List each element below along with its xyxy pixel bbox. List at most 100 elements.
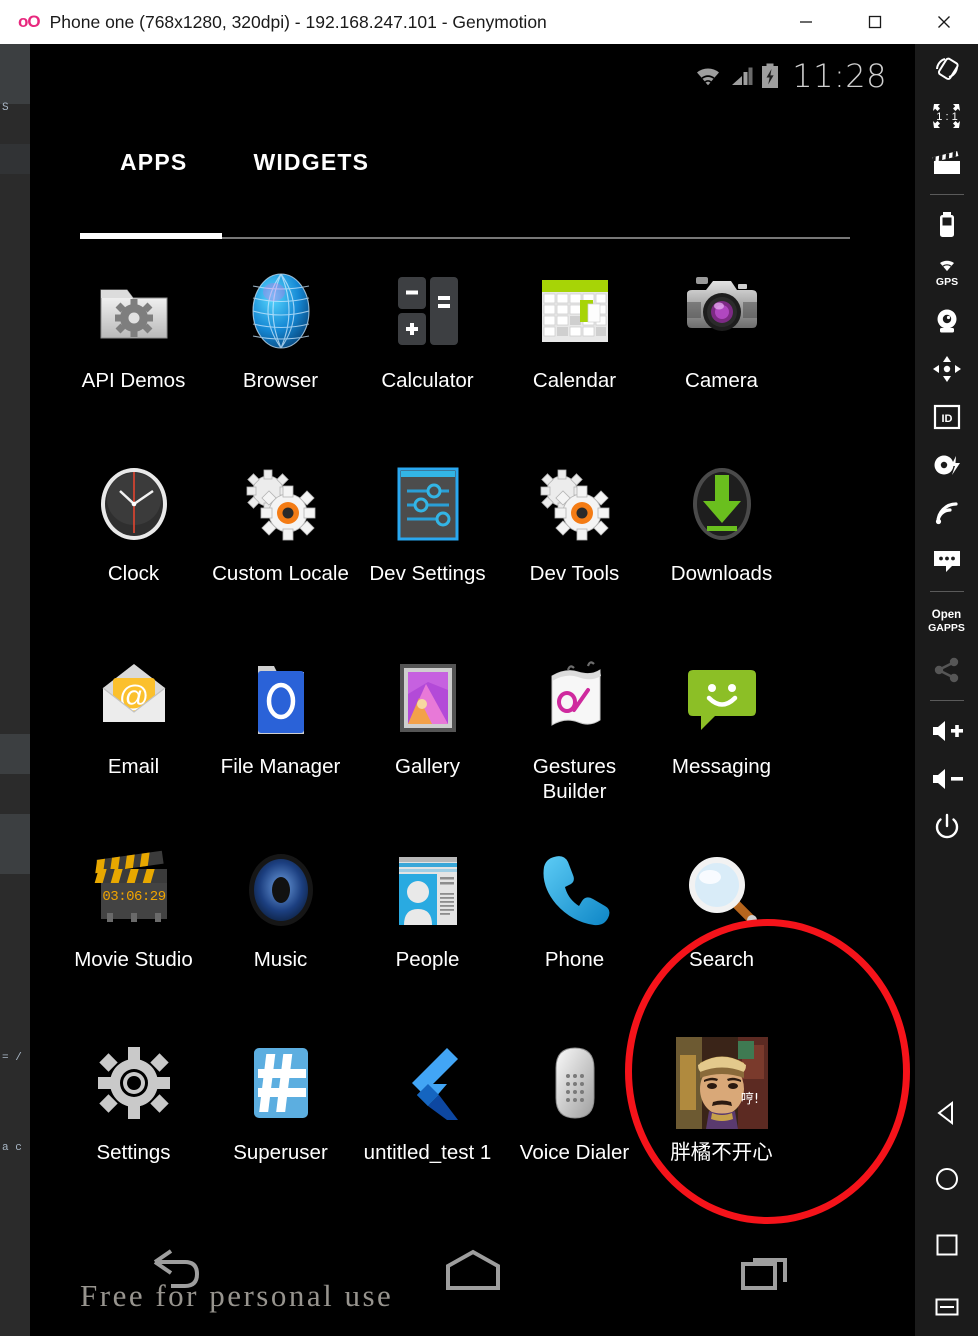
browser-icon bbox=[232, 262, 330, 360]
file-manager-icon bbox=[232, 648, 330, 746]
app-label: File Manager bbox=[220, 755, 341, 778]
app-cell-file-manager[interactable]: File Manager bbox=[207, 648, 354, 841]
app-label: Messaging bbox=[671, 755, 772, 778]
app-cell-voice-dialer[interactable]: Voice Dialer bbox=[501, 1034, 648, 1227]
android-statusbar: 11:28 bbox=[693, 52, 887, 100]
app-label: API Demos bbox=[81, 369, 186, 392]
clock-icon bbox=[85, 455, 183, 553]
rotate-icon[interactable] bbox=[915, 44, 978, 92]
app-label: Custom Locale bbox=[212, 562, 349, 585]
app-cell-browser[interactable]: Browser bbox=[207, 262, 354, 455]
app-row: @ Email File Manager Gallery Gestures Bu… bbox=[60, 648, 885, 841]
app-label: Downloads bbox=[670, 562, 773, 585]
network-icon[interactable] bbox=[915, 489, 978, 537]
tab-apps[interactable]: APPS bbox=[120, 149, 187, 176]
nav-menu-icon[interactable] bbox=[915, 1278, 978, 1336]
app-cell-search[interactable]: Search bbox=[648, 841, 795, 1034]
battery-icon[interactable] bbox=[915, 201, 978, 249]
minimize-icon bbox=[799, 21, 812, 23]
movie-timecode: 03:06:29 bbox=[102, 889, 165, 905]
app-label: Dev Tools bbox=[529, 562, 620, 585]
id-label: ID bbox=[941, 413, 952, 425]
dpad-icon[interactable] bbox=[915, 345, 978, 393]
app-label: People bbox=[395, 948, 460, 971]
app-row: 03:06:29 Movie Studio Music People Phone… bbox=[60, 841, 885, 1034]
app-cell-pangju[interactable]: 哼! 胖橘不开心 bbox=[648, 1034, 795, 1227]
app-cell-movie-studio[interactable]: 03:06:29 Movie Studio bbox=[60, 841, 207, 1034]
home-icon bbox=[445, 1249, 500, 1290]
app-label: Gestures Builder bbox=[532, 755, 617, 803]
email-icon: @ bbox=[85, 648, 183, 746]
api-demos-icon bbox=[85, 262, 183, 360]
app-cell-dev-tools[interactable]: Dev Tools bbox=[501, 455, 648, 648]
toolbar-divider bbox=[929, 194, 964, 195]
maximize-button[interactable] bbox=[840, 0, 909, 44]
window-titlebar[interactable]: oO Phone one (768x1280, 320dpi) - 192.16… bbox=[0, 0, 978, 44]
app-label: untitled_test 1 bbox=[363, 1141, 492, 1164]
toolbar-divider bbox=[929, 591, 964, 592]
app-cell-music[interactable]: Music bbox=[207, 841, 354, 1034]
app-cell-settings[interactable]: Settings bbox=[60, 1034, 207, 1227]
app-cell-calendar[interactable]: Calendar bbox=[501, 262, 648, 455]
app-cell-people[interactable]: People bbox=[354, 841, 501, 1034]
app-cell-untitled-test-1[interactable]: untitled_test 1 bbox=[354, 1034, 501, 1227]
nav-recents-button[interactable] bbox=[708, 1248, 828, 1298]
app-cell-superuser[interactable]: Superuser bbox=[207, 1034, 354, 1227]
app-cell-downloads[interactable]: Downloads bbox=[648, 455, 795, 648]
disk-io-icon[interactable] bbox=[915, 441, 978, 489]
screen-record-icon[interactable] bbox=[915, 140, 978, 188]
scale-1-1-icon[interactable]: 1 : 1 bbox=[915, 92, 978, 140]
android-screen[interactable]: 11:28 APPS WIDGETS API Demos Browser Cal… bbox=[30, 44, 915, 1336]
nav-recents-icon[interactable] bbox=[915, 1212, 978, 1278]
minimize-button[interactable] bbox=[771, 0, 840, 44]
app-cell-gallery[interactable]: Gallery bbox=[354, 648, 501, 841]
flutter-icon bbox=[379, 1034, 477, 1132]
volume-up-icon[interactable] bbox=[915, 707, 978, 755]
app-label: Superuser bbox=[233, 1141, 328, 1164]
open-gapps-button[interactable]: Open GAPPS bbox=[915, 598, 978, 646]
app-cell-email[interactable]: @ Email bbox=[60, 648, 207, 841]
app-cell-custom-locale[interactable]: Custom Locale bbox=[207, 455, 354, 648]
close-icon bbox=[937, 16, 950, 28]
volume-down-icon[interactable] bbox=[915, 755, 978, 803]
app-cell-gestures-builder[interactable]: Gestures Builder bbox=[501, 648, 648, 841]
dev-settings-icon bbox=[379, 455, 477, 553]
open-gapps-label-line2: GAPPS bbox=[928, 622, 965, 634]
close-button[interactable] bbox=[909, 0, 978, 44]
status-clock: 11:28 bbox=[792, 57, 887, 95]
maximize-icon bbox=[868, 15, 881, 29]
app-label: Music bbox=[253, 948, 308, 971]
people-icon bbox=[379, 841, 477, 939]
camera-icon[interactable] bbox=[915, 297, 978, 345]
app-cell-camera[interactable]: Camera bbox=[648, 262, 795, 455]
app-cell-calculator[interactable]: Calculator bbox=[354, 262, 501, 455]
app-grid: API Demos Browser Calculator Calendar Ca… bbox=[60, 262, 885, 1227]
app-label: Email bbox=[107, 755, 160, 778]
app-label: Dev Settings bbox=[369, 562, 486, 585]
voice-dialer-icon bbox=[526, 1034, 624, 1132]
svg-text:哼!: 哼! bbox=[740, 1091, 758, 1107]
share-icon[interactable] bbox=[915, 646, 978, 694]
power-icon[interactable] bbox=[915, 803, 978, 851]
cellular-signal-icon bbox=[732, 67, 753, 85]
app-cell-clock[interactable]: Clock bbox=[60, 455, 207, 648]
custom-locale-icon bbox=[232, 455, 330, 553]
nav-home-icon[interactable] bbox=[915, 1146, 978, 1212]
sms-icon[interactable] bbox=[915, 537, 978, 585]
superuser-icon bbox=[232, 1034, 330, 1132]
app-cell-api-demos[interactable]: API Demos bbox=[60, 262, 207, 455]
nav-home-button[interactable] bbox=[413, 1248, 533, 1298]
app-label: Calendar bbox=[532, 369, 617, 392]
nav-back-icon[interactable] bbox=[915, 1080, 978, 1146]
app-cell-phone[interactable]: Phone bbox=[501, 841, 648, 1034]
movie-studio-icon: 03:06:29 bbox=[85, 841, 183, 939]
dev-tools-icon bbox=[526, 455, 624, 553]
identifiers-icon[interactable]: ID bbox=[915, 393, 978, 441]
app-cell-messaging[interactable]: Messaging bbox=[648, 648, 795, 841]
tab-widgets[interactable]: WIDGETS bbox=[253, 149, 369, 176]
downloads-icon bbox=[673, 455, 771, 553]
window-controls bbox=[771, 0, 978, 44]
gps-icon[interactable]: GPS bbox=[915, 249, 978, 297]
app-cell-dev-settings[interactable]: Dev Settings bbox=[354, 455, 501, 648]
background-window-sliver: S = / a c bbox=[0, 44, 30, 1336]
